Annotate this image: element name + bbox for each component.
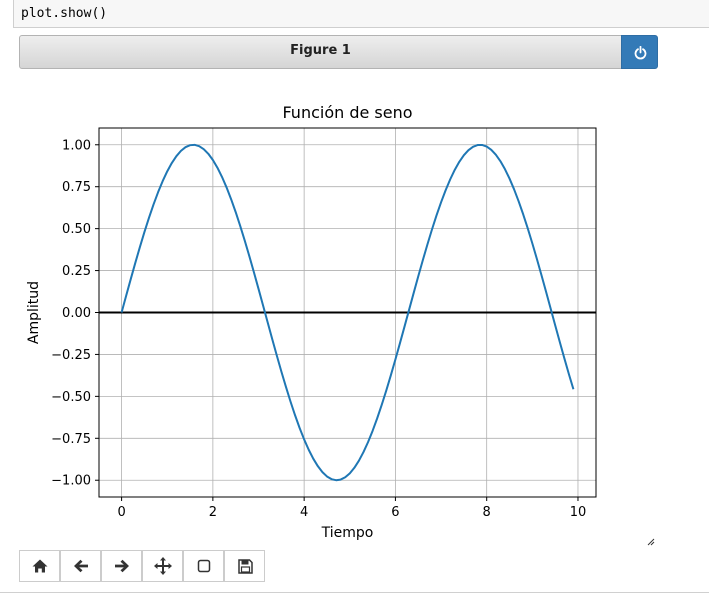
- arrow-left-icon: [74, 559, 88, 573]
- floppy-disk-icon: [238, 559, 253, 574]
- sine-plot[interactable]: 0 2 4 6 8 10 1.00 0.75 0.50 0.25 0.00 −0.25 −0.50 −0.…: [0, 0, 709, 597]
- y-tick-label: 0.50: [62, 222, 91, 237]
- x-tick-label: 4: [300, 505, 308, 520]
- y-tick-label: 0.00: [62, 306, 91, 321]
- x-tick-label: 0: [117, 505, 125, 520]
- home-button[interactable]: [19, 550, 60, 582]
- divider: [0, 592, 709, 593]
- x-tick-label: 8: [483, 505, 491, 520]
- x-axis-label: Tiempo: [321, 525, 374, 541]
- resize-handle-icon[interactable]: [645, 536, 655, 546]
- move-icon: [154, 557, 172, 575]
- y-tick-label: 0.25: [62, 264, 91, 279]
- y-tick-label: −0.25: [51, 348, 91, 363]
- back-button[interactable]: [60, 550, 101, 582]
- notebook-output: plot.show() Figure 1 0 2 4 6 8 10 1.00 0.75 0.50…: [0, 0, 709, 597]
- y-tick-label: 1.00: [62, 138, 91, 153]
- zoom-button[interactable]: [183, 550, 224, 582]
- pan-button[interactable]: [142, 550, 183, 582]
- forward-button[interactable]: [101, 550, 142, 582]
- save-button[interactable]: [224, 550, 265, 582]
- y-tick-label: −0.75: [51, 432, 91, 447]
- y-axis-label: Amplitud: [26, 281, 42, 344]
- chart-title: Función de seno: [282, 103, 412, 122]
- y-tick-label: 0.75: [62, 180, 91, 195]
- arrow-right-icon: [115, 559, 129, 573]
- home-icon: [32, 559, 48, 573]
- y-tick-label: −0.50: [51, 390, 91, 405]
- square-icon: [197, 559, 211, 573]
- x-tick-label: 2: [209, 505, 217, 520]
- x-tick-label: 6: [391, 505, 399, 520]
- y-tick-label: −1.00: [51, 474, 91, 489]
- x-tick-label: 10: [570, 505, 587, 520]
